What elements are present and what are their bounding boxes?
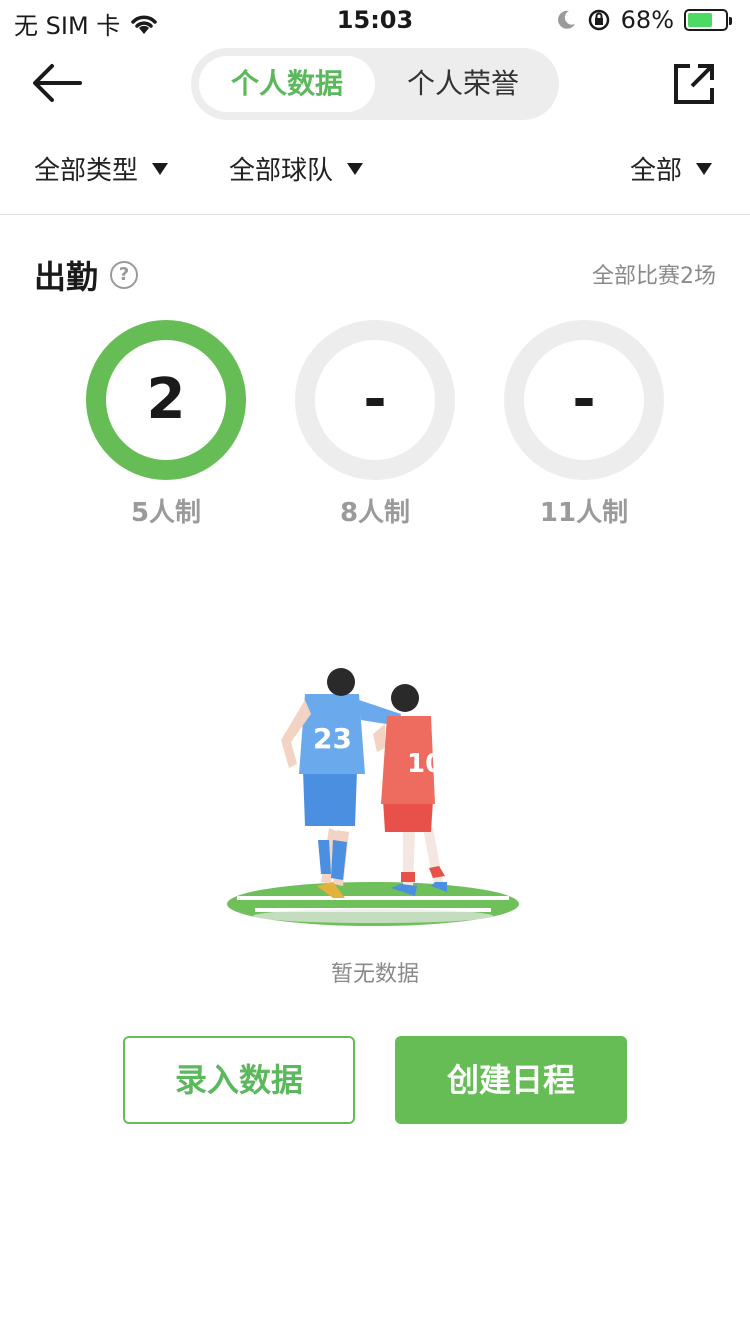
moon-icon <box>557 10 575 29</box>
status-bar: 无 SIM 卡 15:03 68% <box>0 0 750 40</box>
filter-type-label: 全部类型 <box>34 156 139 186</box>
orientation-lock-icon <box>588 9 609 31</box>
attendance-label-8: 8人制 <box>339 498 411 528</box>
battery-percent: 68% <box>620 6 674 34</box>
jersey-23-number: 23 <box>313 722 352 755</box>
filter-team-dropdown[interactable]: 全部球队 <box>229 150 364 187</box>
filter-team-label: 全部球队 <box>229 156 334 186</box>
caret-down-icon <box>347 162 364 175</box>
status-right: 68% <box>555 6 732 34</box>
two-football-players-illustration: 23 10 <box>227 668 519 926</box>
attendance-ring-11: - <box>504 320 664 480</box>
nav-bar: 个人数据 个人荣誉 <box>0 46 750 122</box>
attendance-title: 出勤 <box>34 258 99 296</box>
attendance-ring-8: - <box>295 320 455 480</box>
filter-scope-label: 全部 <box>629 156 682 186</box>
caret-down-icon <box>152 162 169 175</box>
enter-data-button[interactable]: 录入数据 <box>123 1036 355 1124</box>
filter-bar: 全部类型 全部球队 全部 <box>0 150 750 196</box>
attendance-header: 出勤 ? <box>34 252 139 298</box>
attendance-label-11: 11人制 <box>539 498 629 528</box>
battery-fill <box>688 13 713 27</box>
caret-down-icon <box>696 162 712 175</box>
filter-type-dropdown[interactable]: 全部类型 <box>34 150 169 187</box>
battery-charging-icon <box>684 9 732 31</box>
tab-personal-honors[interactable]: 个人荣誉 <box>375 56 551 112</box>
filter-scope-dropdown[interactable]: 全部 <box>630 150 712 187</box>
divider <box>0 214 750 215</box>
back-arrow-icon[interactable] <box>30 60 84 106</box>
attendance-total: 全部比赛2场 <box>592 264 716 289</box>
question-circle-icon[interactable]: ? <box>110 261 139 289</box>
attendance-label-5: 5人制 <box>130 498 202 528</box>
create-schedule-button[interactable]: 创建日程 <box>395 1036 627 1124</box>
jersey-10-number: 10 <box>407 749 443 779</box>
tab-personal-data[interactable]: 个人数据 <box>199 56 375 112</box>
share-icon[interactable] <box>672 62 716 106</box>
attendance-ring-5: 2 <box>86 320 246 480</box>
segmented-control: 个人数据 个人荣誉 <box>191 48 559 120</box>
empty-state-text: 暂无数据 <box>330 962 419 987</box>
